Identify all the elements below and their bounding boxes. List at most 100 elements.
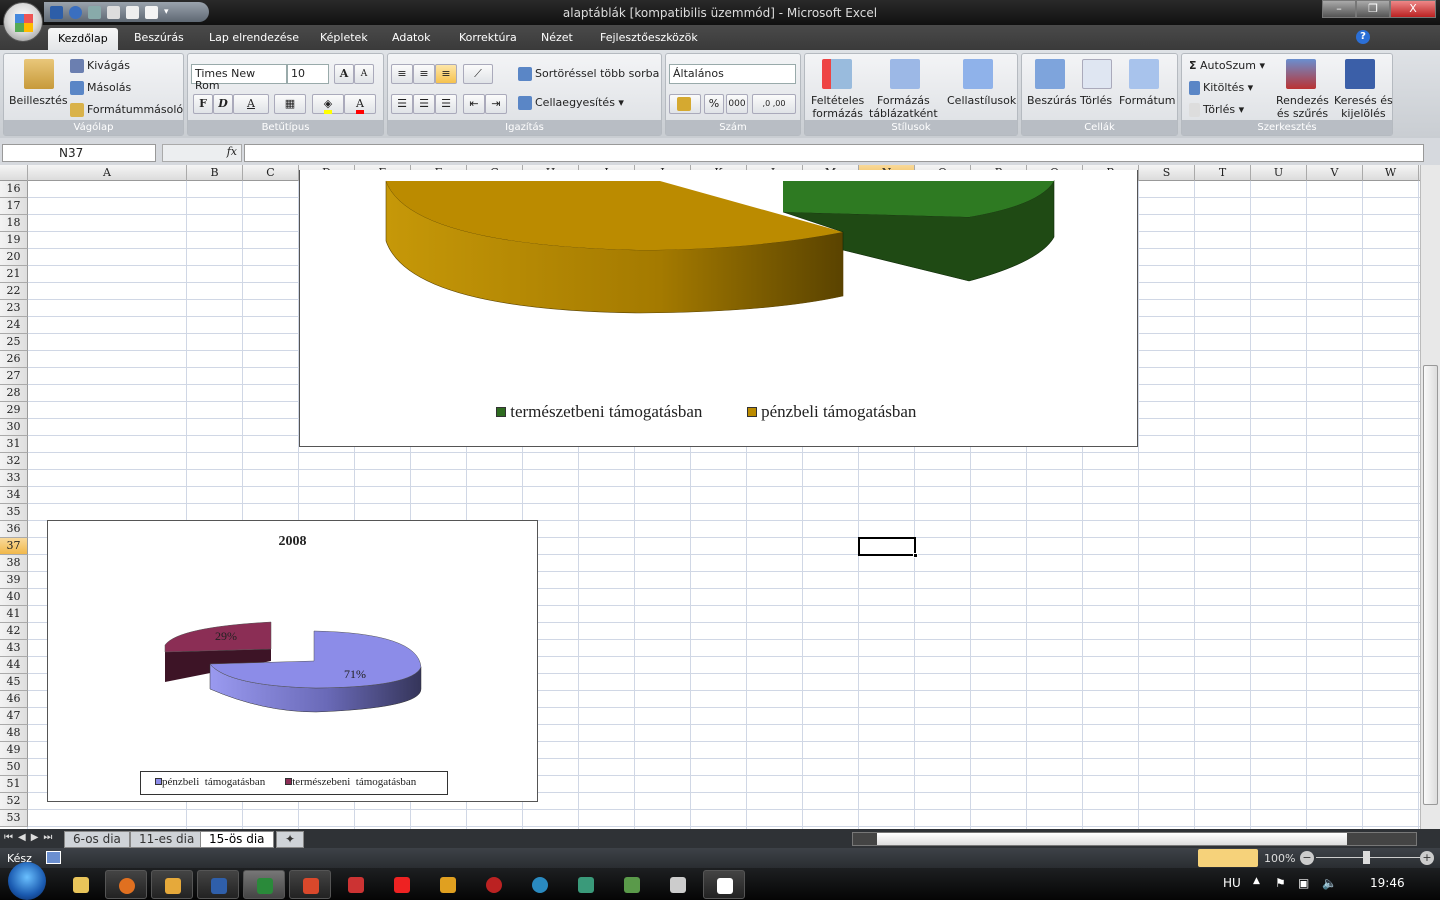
row-header-26[interactable]: 26 <box>0 351 28 368</box>
row-header-31[interactable]: 31 <box>0 436 28 453</box>
currency-button[interactable] <box>669 94 701 114</box>
font-name-select[interactable]: Times New Rom <box>191 64 287 92</box>
align-middle-button[interactable]: ≡ <box>413 64 435 84</box>
chart-2[interactable]: 2008 29% 71% pénzbeli támogatásban termés… <box>47 520 538 802</box>
sheet-nav-buttons[interactable]: ⏮◀▶⏭ <box>4 832 57 843</box>
orientation-button[interactable]: ⟋ <box>463 64 493 84</box>
customize-qat-icon[interactable]: ▾ <box>164 7 169 17</box>
decrease-indent-button[interactable]: ⇤ <box>463 94 485 114</box>
tab-nezet[interactable]: Nézet <box>541 31 573 44</box>
row-header-18[interactable]: 18 <box>0 215 28 232</box>
taskbar-app[interactable] <box>151 870 193 899</box>
row-header-51[interactable]: 51 <box>0 776 28 793</box>
format-painter-button[interactable]: Formátummásoló <box>70 103 183 117</box>
row-header-45[interactable]: 45 <box>0 674 28 691</box>
shrink-font-button[interactable]: A <box>354 64 374 84</box>
macro-record-icon[interactable] <box>46 851 61 864</box>
zoom-in-button[interactable]: + <box>1420 851 1434 865</box>
delete-cells-button[interactable]: Törlés <box>1080 94 1112 107</box>
print-preview-icon[interactable] <box>145 5 158 19</box>
row-header-35[interactable]: 35 <box>0 504 28 521</box>
name-box[interactable]: N37 <box>2 144 156 162</box>
column-header-U[interactable]: U <box>1251 165 1307 181</box>
minimize-button[interactable]: – <box>1322 0 1356 18</box>
sheet-tab-11-es-dia[interactable]: 11-es dia <box>130 831 204 848</box>
find-select-button[interactable]: Keresés és kijelölés <box>1334 94 1393 120</box>
row-header-28[interactable]: 28 <box>0 385 28 402</box>
insert-sheet-button[interactable]: ✦ <box>276 831 304 848</box>
column-header-A[interactable]: A <box>28 165 187 181</box>
clock[interactable]: 19:46 <box>1370 876 1405 890</box>
taskbar-app[interactable] <box>519 870 561 899</box>
row-header-33[interactable]: 33 <box>0 470 28 487</box>
close-button[interactable]: X <box>1390 0 1436 18</box>
zoom-slider-thumb[interactable] <box>1363 851 1370 864</box>
column-header-C[interactable]: C <box>243 165 299 181</box>
decimal-buttons[interactable]: ,0 ,00 <box>752 94 796 114</box>
row-header-53[interactable]: 53 <box>0 810 28 827</box>
row-header-40[interactable]: 40 <box>0 589 28 606</box>
row-header-37[interactable]: 37 <box>0 538 28 555</box>
tab-fejlesztoeszkozok[interactable]: Fejlesztőeszközök <box>600 31 698 44</box>
taskbar-word[interactable] <box>197 870 239 899</box>
active-cell-N37[interactable] <box>858 537 918 558</box>
row-header-24[interactable]: 24 <box>0 317 28 334</box>
attach-icon[interactable] <box>107 5 120 19</box>
row-header-50[interactable]: 50 <box>0 759 28 776</box>
row-header-41[interactable]: 41 <box>0 606 28 623</box>
column-header-B[interactable]: B <box>187 165 243 181</box>
format-as-table-button[interactable]: Formázás táblázatként <box>869 94 938 120</box>
row-header-34[interactable]: 34 <box>0 487 28 504</box>
tab-adatok[interactable]: Adatok <box>392 31 430 44</box>
tab-lap-elrendezese[interactable]: Lap elrendezése <box>209 31 299 44</box>
taskbar-explorer[interactable] <box>60 870 102 899</box>
row-header-29[interactable]: 29 <box>0 402 28 419</box>
cell-styles-button[interactable]: Cellastílusok <box>947 94 1016 107</box>
row-header-27[interactable]: 27 <box>0 368 28 385</box>
office-button[interactable] <box>3 2 43 42</box>
formula-input[interactable] <box>244 144 1424 162</box>
column-header-V[interactable]: V <box>1307 165 1363 181</box>
taskbar-excel[interactable] <box>243 870 285 899</box>
increase-indent-button[interactable]: ⇥ <box>485 94 507 114</box>
language-indicator[interactable]: HU <box>1223 876 1241 890</box>
row-header-46[interactable]: 46 <box>0 691 28 708</box>
taskbar-app[interactable] <box>427 870 469 899</box>
row-header-48[interactable]: 48 <box>0 725 28 742</box>
align-left-button[interactable]: ☰ <box>391 94 413 114</box>
show-hidden-icons[interactable]: ▲ <box>1253 876 1260 886</box>
row-header-36[interactable]: 36 <box>0 521 28 538</box>
column-header-W[interactable]: W <box>1363 165 1419 181</box>
row-header-25[interactable]: 25 <box>0 334 28 351</box>
thousands-button[interactable]: 000 <box>726 94 748 114</box>
conditional-format-button[interactable]: Feltételes formázás <box>811 94 864 120</box>
vertical-scrollbar[interactable] <box>1420 165 1440 829</box>
merge-button[interactable]: Cellaegyesítés ▾ <box>518 96 624 110</box>
restore-button[interactable]: ❐ <box>1356 0 1390 18</box>
percent-button[interactable]: % <box>704 94 724 114</box>
horizontal-scrollbar[interactable] <box>852 832 1417 846</box>
taskbar-app[interactable] <box>335 870 377 899</box>
row-header-20[interactable]: 20 <box>0 249 28 266</box>
row-header-52[interactable]: 52 <box>0 793 28 810</box>
start-button[interactable] <box>8 862 46 900</box>
fill-handle[interactable] <box>913 553 918 558</box>
row-header-32[interactable]: 32 <box>0 453 28 470</box>
row-header-19[interactable]: 19 <box>0 232 28 249</box>
row-header-21[interactable]: 21 <box>0 266 28 283</box>
undo-icon[interactable] <box>69 5 82 19</box>
horizontal-scroll-thumb[interactable] <box>877 833 1347 845</box>
action-center-flag-icon[interactable]: ⚑ <box>1275 876 1286 890</box>
taskbar-app[interactable] <box>657 870 699 899</box>
redo-icon[interactable] <box>88 5 101 19</box>
tab-kezdolap[interactable]: Kezdőlap <box>48 28 118 50</box>
insert-cells-button[interactable]: Beszúrás <box>1027 94 1077 107</box>
column-header-T[interactable]: T <box>1195 165 1251 181</box>
italic-button[interactable]: D <box>213 94 233 114</box>
row-header-49[interactable]: 49 <box>0 742 28 759</box>
insert-function-button[interactable]: fx <box>162 144 242 162</box>
zoom-level[interactable]: 100% <box>1264 852 1295 865</box>
fill-button[interactable]: Kitöltés ▾ <box>1189 81 1253 95</box>
taskbar-app[interactable] <box>611 870 653 899</box>
row-header-16[interactable]: 16 <box>0 181 28 198</box>
